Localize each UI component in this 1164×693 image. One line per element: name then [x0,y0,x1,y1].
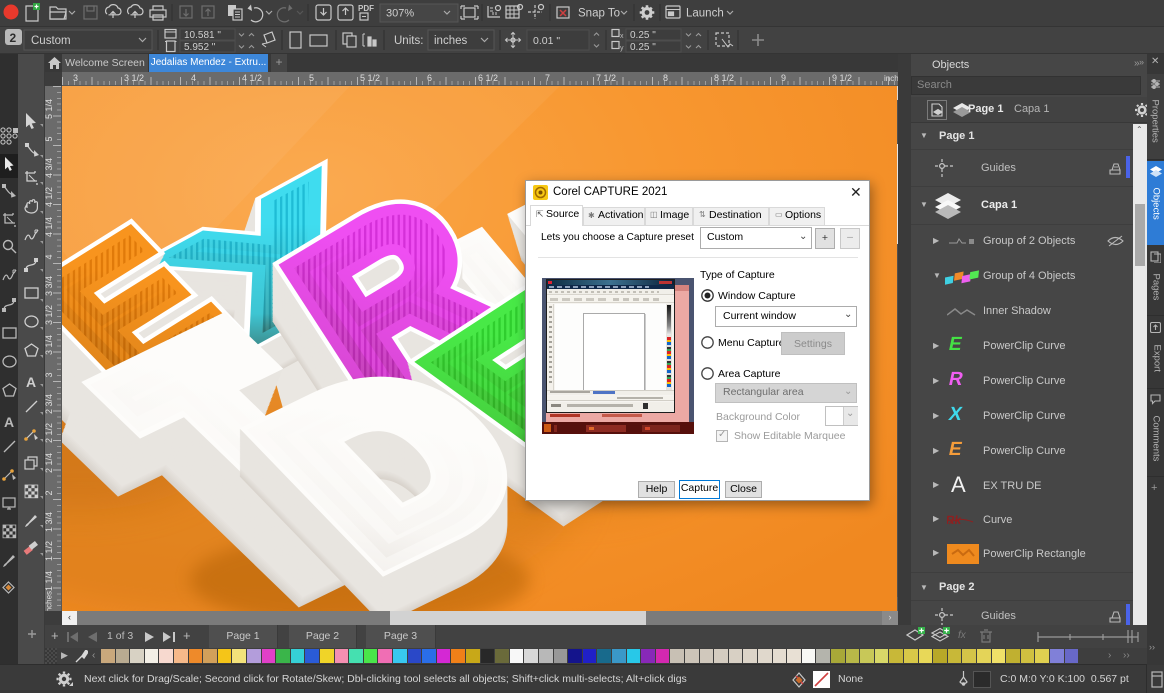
svg-text:0.25 ": 0.25 " [630,30,656,41]
svg-text:PDF: PDF [358,4,374,13]
svg-text:10.581 ": 10.581 " [184,30,221,41]
svg-text:5.952 ": 5.952 " [184,42,216,53]
svg-text:Snap To: Snap To [578,8,620,20]
svg-text:307%: 307% [386,8,414,20]
svg-text:Custom: Custom [31,35,71,47]
svg-text:Units:: Units: [394,35,423,47]
svg-text:2: 2 [10,31,17,45]
svg-text:A: A [4,414,14,430]
svg-text:0.25 ": 0.25 " [630,42,656,53]
svg-text:inches: inches [434,35,467,47]
svg-text:0.01 ": 0.01 " [533,35,560,47]
svg-text:y: y [620,45,624,52]
svg-text:Launch: Launch [686,8,724,20]
svg-text:x: x [620,33,624,40]
svg-text:A: A [26,374,36,390]
